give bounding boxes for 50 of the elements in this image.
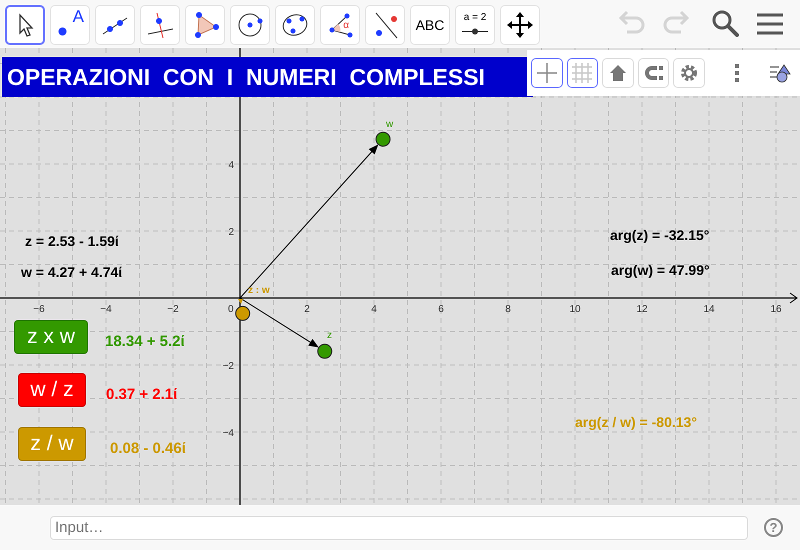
formula-text: arg(z) = -32.15°: [610, 226, 710, 245]
operation-button[interactable]: z / w: [18, 427, 86, 461]
tool-button[interactable]: ABC: [410, 5, 450, 45]
axes-icon: [536, 62, 558, 84]
shapes-list-icon: [769, 62, 792, 84]
axis-tick-label: 2: [304, 303, 310, 317]
tool-button[interactable]: A: [50, 5, 90, 45]
axis-tick-label: −2: [222, 360, 234, 374]
result-text: 0.08 - 0.46ί: [110, 439, 186, 459]
point[interactable]: [317, 344, 332, 359]
tool-button[interactable]: a = 2: [455, 5, 495, 45]
grid-icon: [571, 62, 594, 84]
formula-text: arg(z / w) = -80.13°: [575, 413, 697, 432]
axis-tick-label: 10: [569, 303, 581, 317]
tool-button[interactable]: [5, 5, 45, 45]
point[interactable]: [235, 306, 250, 321]
search-icon[interactable]: [710, 8, 742, 40]
crossing-lines-icon: [145, 10, 175, 40]
axis-tick-label: −6: [33, 303, 45, 317]
input-field[interactable]: Input…: [50, 516, 748, 540]
axis-tick-label: 12: [636, 303, 648, 317]
more-icon: [734, 62, 739, 84]
tool-button[interactable]: α: [320, 5, 360, 45]
axis-tick-label: −4: [222, 427, 234, 441]
axis-tick-label: 2: [227, 226, 234, 240]
help-icon[interactable]: ?: [764, 518, 783, 537]
axis-tick-label: 4: [227, 159, 234, 173]
move-arrows-icon: [505, 10, 535, 40]
result-text: 18.34 + 5.2ί: [105, 332, 185, 352]
axis-tick-label: 16: [770, 303, 782, 317]
axis-tick-label: 6: [438, 303, 444, 317]
axis-tick-label: −4: [100, 303, 112, 317]
axis-tick-label: 0: [228, 303, 234, 317]
axis-tick-label: 8: [505, 303, 511, 317]
operation-button[interactable]: z x w: [14, 320, 88, 354]
formula-text: w = 4.27 + 4.74ί: [21, 263, 122, 282]
point-label: z : w: [248, 284, 270, 298]
point-label: w: [386, 118, 394, 132]
axis-tick-label: 14: [703, 303, 715, 317]
point-icon: [58, 27, 67, 36]
operation-button[interactable]: w / z: [18, 373, 86, 407]
title-banner: OPERAZIONI CON I NUMERI COMPLESSI: [2, 57, 533, 97]
result-text: 0.37 + 2.1ί: [106, 385, 178, 405]
point-label: z: [327, 329, 332, 343]
point[interactable]: [376, 132, 391, 147]
formula-text: arg(w) = 47.99°: [611, 261, 710, 280]
formula-text: z = 2.53 - 1.59ί: [25, 232, 119, 251]
axis-tick-label: −2: [167, 303, 179, 317]
slider-icon: [462, 28, 488, 35]
axis-tick-label: 4: [371, 303, 377, 317]
